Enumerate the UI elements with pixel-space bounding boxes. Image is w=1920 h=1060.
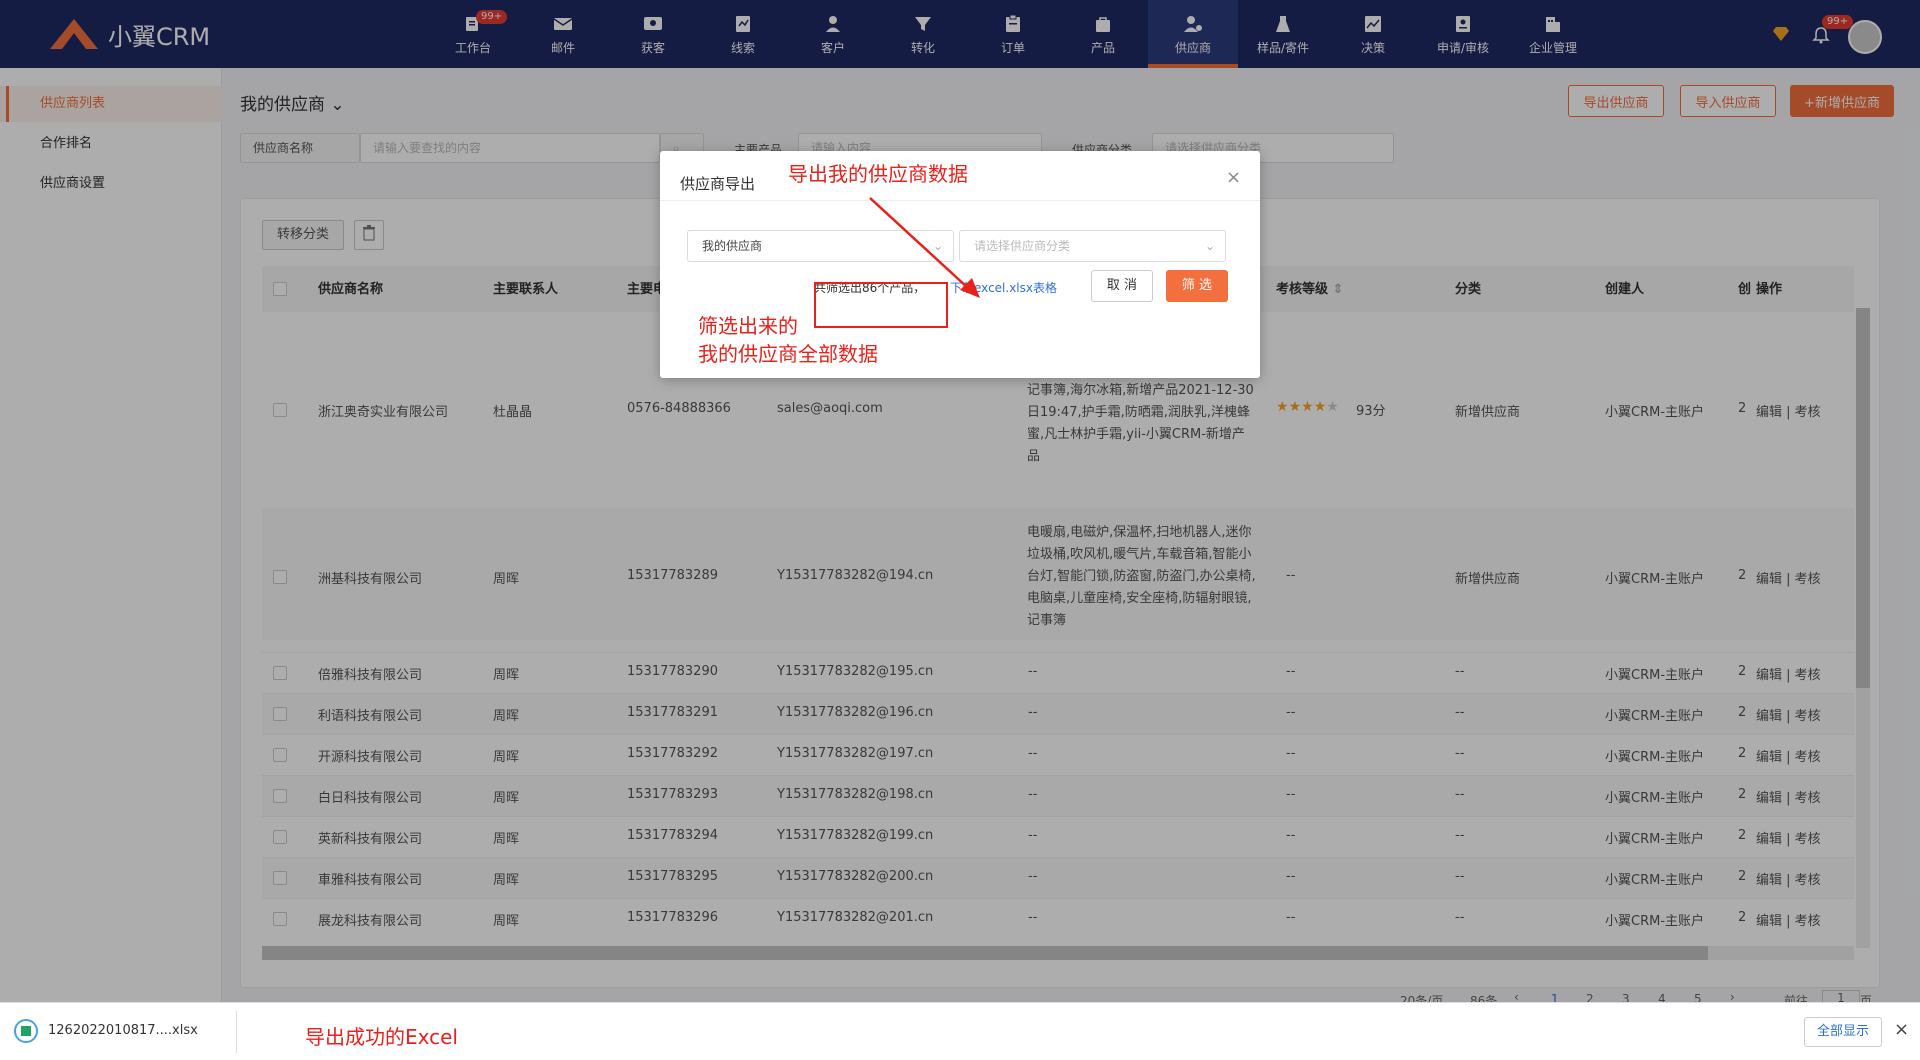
annotation-arrows	[194, 197, 980, 1035]
show-all-button[interactable]: 全部显示	[1804, 1017, 1882, 1047]
excel-file-icon	[14, 1019, 38, 1043]
close-icon[interactable]: ×	[1894, 1019, 1909, 1040]
divider	[236, 1011, 237, 1053]
downloaded-file-name[interactable]: 1262022010817....xlsx	[48, 1023, 198, 1038]
annotation-excel-success: 导出成功的Excel	[305, 1025, 458, 1049]
download-bar: 1262022010817....xlsx 导出成功的Excel 全部显示 ×	[0, 1002, 1920, 1060]
